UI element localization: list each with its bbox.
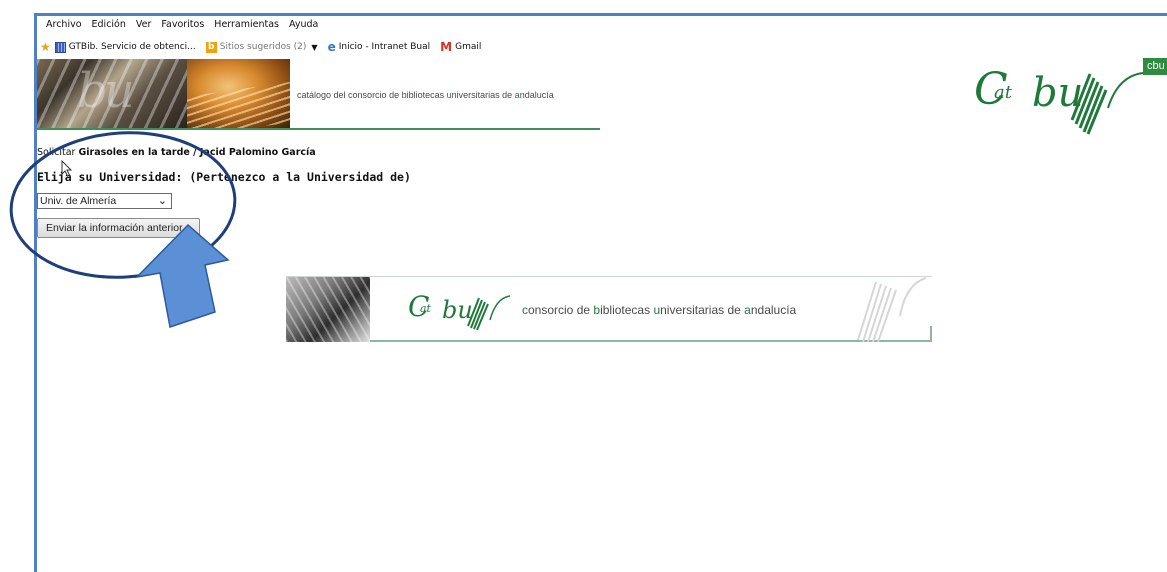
footer-top-line (286, 276, 932, 277)
submit-button[interactable]: Enviar la información anterior (37, 218, 200, 238)
university-prompt: Elija su Universidad: (Pertenezco a la U… (37, 170, 411, 184)
favorite-suggested-sites[interactable]: b Sitios sugeridos (2) ▼ (205, 41, 318, 53)
header-photo-books: bu (37, 59, 187, 128)
window-frame-top (34, 13, 1167, 16)
chevron-down-icon[interactable]: ▼ (311, 43, 317, 52)
favorite-intranet[interactable]: e Inicio - Intranet Bual (328, 41, 431, 53)
request-line: Solicitar Girasoles en la tarde / Jacid … (37, 147, 316, 158)
annotation-arrow (134, 223, 230, 328)
footer-consortium-title: consorcio de bibliotecas universitarias … (522, 303, 797, 317)
footer-decorative-lines (857, 277, 927, 342)
menu-herramientas[interactable]: Herramientas (214, 19, 279, 35)
header-photo-open-book (187, 59, 290, 128)
request-title: Girasoles en la tarde / Jacid Palomino G… (78, 147, 316, 158)
request-prefix: Solicitar (37, 147, 79, 158)
menu-ver[interactable]: Ver (136, 19, 152, 35)
gtbib-icon (54, 41, 66, 53)
favorite-gtbib-label: GTBib. Servicio de obtenci... (68, 42, 196, 52)
chevron-down-icon: ⌄ (157, 195, 167, 207)
svg-text:bu: bu (442, 296, 473, 324)
footer-photo-book (286, 276, 370, 342)
menu-favoritos[interactable]: Favoritos (161, 19, 204, 35)
favorites-bar: ★ GTBib. Servicio de obtenci... b Sitios… (40, 38, 487, 56)
header-catalog-title: catálogo del consorcio de bibliotecas un… (297, 90, 554, 100)
favorite-suggested-sites-label: Sitios sugeridos (2) (219, 42, 307, 52)
menu-bar: Archivo Edición Ver Favoritos Herramient… (46, 19, 318, 35)
mouse-pointer-icon (61, 160, 73, 177)
ie-page-icon: e (327, 40, 336, 54)
favorite-gtbib[interactable]: GTBib. Servicio de obtenci... (54, 41, 196, 53)
cbua-tag: cbu (1143, 58, 1167, 75)
header-divider (37, 128, 600, 130)
svg-text:at: at (994, 82, 1013, 103)
gmail-icon: M (440, 40, 453, 54)
bing-icon: b (205, 41, 217, 53)
favorite-gmail[interactable]: M Gmail (440, 41, 481, 53)
university-select-value: Univ. de Almería (40, 195, 117, 207)
menu-archivo[interactable]: Archivo (46, 19, 82, 35)
favorites-star-icon[interactable]: ★ (40, 41, 51, 53)
svg-text:at: at (420, 302, 432, 315)
footer-banner: C at bu consorcio de bibliotecas univers… (286, 276, 932, 342)
favorite-intranet-label: Inicio - Intranet Bual (338, 42, 431, 52)
menu-ayuda[interactable]: Ayuda (289, 19, 318, 35)
footer-catbua-logo: C at bu (408, 290, 511, 330)
catbua-logo: C at bu (974, 64, 1144, 135)
menu-edicion[interactable]: Edición (92, 19, 126, 35)
favorite-gmail-label: Gmail (455, 42, 482, 52)
university-select[interactable]: Univ. de Almería ⌄ (37, 193, 172, 209)
